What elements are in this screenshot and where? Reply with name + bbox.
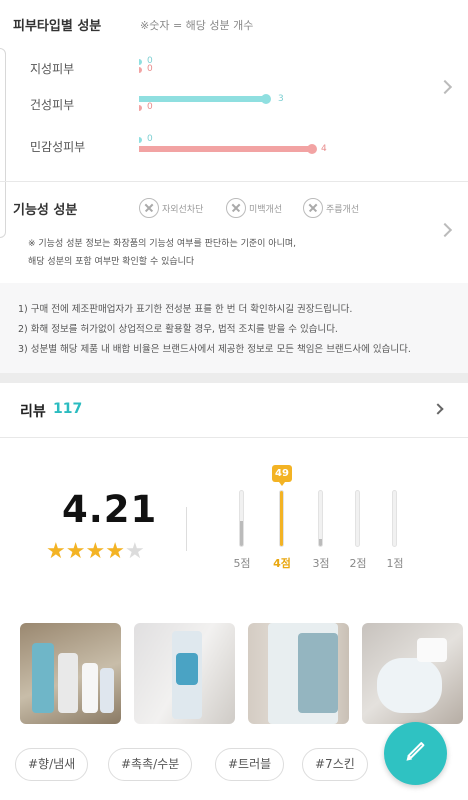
good-bar (139, 137, 142, 143)
bad-bar (139, 67, 142, 73)
func-chip-label: 미백개선 (249, 204, 283, 215)
skin-row-sensitive[interactable]: 민감성피부 0 4 (0, 134, 468, 158)
dist-track (318, 490, 323, 547)
legend-note: ※숫자 = 해당 성분 개수 (140, 19, 254, 32)
skin-row-label: 지성피부 (30, 62, 75, 76)
average-rating: 4.21 (62, 488, 158, 531)
skin-type-title: 피부타입별 성분 (13, 19, 102, 34)
functional-note-1: ※ 기능성 성분 정보는 화장품의 기능성 여부를 판단하는 기준이 아니며, (28, 239, 296, 249)
bad-count: 0 (147, 64, 153, 74)
section-divider (0, 181, 468, 182)
func-chip-uv: 자외선차단 (139, 197, 203, 219)
dist-fill (280, 491, 283, 546)
skin-row-label: 건성피부 (30, 98, 75, 112)
skin-type-section: 피부타입별 성분 ※숫자 = 해당 성분 개수 지성피부 0 0 건성피부 3 … (0, 0, 468, 238)
notice-line: 1) 구매 전에 제조판매업자가 표기한 전성분 표를 한 번 더 확인하시길 … (18, 304, 353, 315)
good-bar-cap (261, 94, 271, 104)
review-photo[interactable] (248, 623, 349, 724)
dist-fill (319, 539, 322, 546)
chevron-right-icon[interactable] (432, 403, 444, 415)
dist-track (239, 490, 244, 547)
bottle-shape (58, 653, 78, 713)
star-rating: ★★★★★ (46, 539, 145, 564)
tag-scent[interactable]: #향/냄새 (15, 748, 89, 781)
func-chip-wrinkle: 주름개선 (303, 197, 359, 219)
star-full-icon: ★ (85, 539, 106, 564)
bottle-label-shape (176, 653, 198, 685)
tag-trouble[interactable]: #트러블 (215, 748, 285, 781)
review-count: 117 (53, 401, 83, 417)
notice-box: 1) 구매 전에 제조판매업자가 표기한 전성분 표를 한 번 더 확인하시길 … (0, 283, 468, 373)
good-bar (139, 96, 265, 102)
notice-line: 2) 화해 정보를 허가없이 상업적으로 활용할 경우, 법적 조치를 받을 수… (18, 324, 338, 335)
pencil-icon (407, 741, 425, 760)
functional-note-2: 해당 성분의 포함 여부만 확인할 수 있습니다 (28, 257, 195, 267)
dist-label: 4점 (273, 557, 291, 570)
section-separator (0, 373, 468, 383)
x-circle-icon (303, 198, 323, 218)
top-score-badge: 49 (272, 465, 292, 486)
good-count: 3 (278, 94, 284, 104)
bottle-shape (32, 643, 54, 713)
bottle-cap-shape (417, 638, 447, 662)
dist-col-1[interactable]: 1점 (380, 490, 410, 570)
bad-count: 4 (321, 144, 327, 154)
x-circle-icon (226, 198, 246, 218)
functional-title: 기능성 성분 (13, 203, 78, 218)
write-review-button[interactable] (384, 722, 447, 785)
review-photo[interactable] (20, 623, 121, 724)
func-chip-label: 주름개선 (326, 204, 360, 215)
dist-col-4[interactable]: 4점 (267, 490, 297, 570)
skin-row-dry[interactable]: 건성피부 3 0 (0, 92, 468, 116)
dist-label: 2점 (349, 557, 367, 570)
dist-track (355, 490, 360, 547)
bad-count: 0 (147, 102, 153, 112)
x-circle-icon (139, 198, 159, 218)
bottle-shape (82, 663, 98, 713)
review-divider (0, 437, 468, 438)
good-bar (139, 59, 142, 65)
dist-fill (240, 521, 243, 546)
dist-col-5[interactable]: 5점 (227, 490, 257, 570)
tag-7skin[interactable]: #7스킨 (302, 748, 368, 781)
rating-separator (186, 507, 187, 551)
skin-row-oily[interactable]: 지성피부 0 0 (0, 56, 468, 80)
star-full-icon: ★ (65, 539, 86, 564)
dist-col-2[interactable]: 2점 (343, 490, 373, 570)
func-chip-whitening: 미백개선 (226, 197, 282, 219)
dist-col-3[interactable]: 3점 (306, 490, 336, 570)
func-chip-label: 자외선차단 (162, 204, 204, 215)
review-title: 리뷰 (20, 404, 46, 420)
bad-bar (139, 146, 311, 152)
dist-label: 5점 (233, 557, 251, 570)
star-full-icon: ★ (105, 539, 125, 564)
bad-bar-cap (307, 144, 317, 154)
bottle-shape (377, 658, 442, 713)
dist-label: 1점 (386, 557, 404, 570)
tag-moisture[interactable]: #촉촉/수분 (108, 748, 193, 781)
review-photo[interactable] (134, 623, 235, 724)
chevron-right-icon[interactable] (437, 222, 453, 238)
bad-bar (139, 105, 142, 111)
bottle-label-shape (298, 633, 338, 713)
good-count: 0 (147, 134, 153, 144)
review-header[interactable]: 리뷰 117 (0, 383, 468, 437)
skin-row-label: 민감성피부 (30, 140, 86, 154)
notice-line: 3) 성분별 해당 제품 내 배합 비율은 브랜드사에서 제공한 정보로 모든 … (18, 344, 411, 355)
dist-label: 3점 (312, 557, 330, 570)
star-full-icon: ★ (46, 539, 66, 564)
bottle-shape (100, 668, 114, 713)
dist-track (279, 490, 284, 547)
review-photo[interactable] (362, 623, 463, 724)
dist-track (392, 490, 397, 547)
star-empty-icon: ★ (124, 539, 145, 564)
